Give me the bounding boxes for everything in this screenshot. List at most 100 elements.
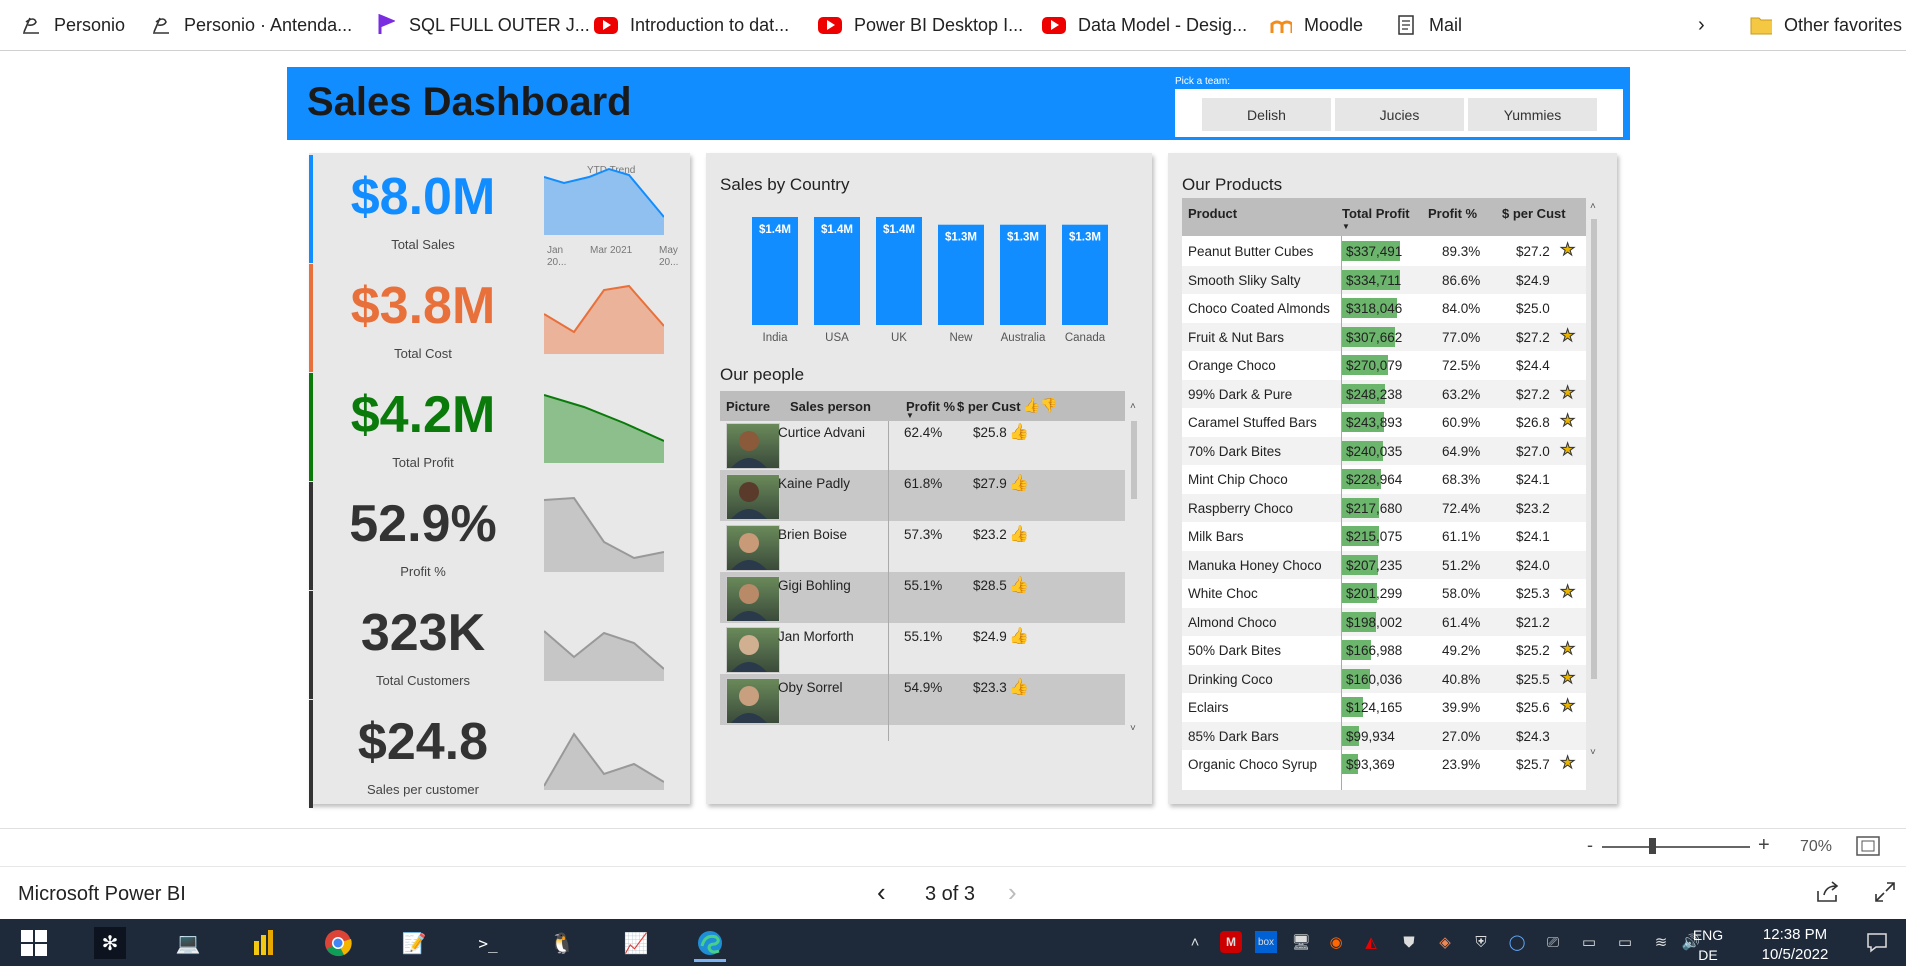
kpi-sales-per-customer[interactable]: $24.8 Sales per customer [309, 700, 687, 808]
people-row[interactable]: Curtice Advani 62.4% $25.8 👍 [720, 421, 1125, 470]
product-row[interactable]: Milk Bars $215,075 61.1% $24.1 [1182, 522, 1586, 550]
team-button-yummies[interactable]: Yummies [1468, 98, 1597, 131]
product-row[interactable]: Mint Chip Choco $228,964 68.3% $24.1 [1182, 465, 1586, 493]
terminal-icon[interactable]: >_ [472, 927, 504, 959]
favorite-introduction[interactable]: Introduction to dat... [594, 10, 789, 40]
zoom-in-button[interactable]: + [1758, 834, 1770, 857]
kpi-total-profit[interactable]: $4.2M Total Profit [309, 373, 687, 481]
favorite-moodle[interactable]: Moodle [1270, 10, 1363, 40]
people-row[interactable]: Jan Morforth 55.1% $24.9 👍 [720, 623, 1125, 674]
fit-to-page-icon[interactable] [1856, 836, 1880, 861]
product-row[interactable]: Eclairs $124,165 39.9% $25.6 ★ [1182, 693, 1586, 721]
people-scrollbar[interactable]: ˄ ˅ [1128, 401, 1140, 741]
zoom-out-button[interactable]: - [1587, 835, 1593, 856]
product-row[interactable]: Drinking Coco $160,036 40.8% $25.5 ★ [1182, 664, 1586, 693]
product-row[interactable]: Caramel Stuffed Bars $243,893 60.9% $26.8 ★ [1182, 408, 1586, 436]
tray-camera-icon[interactable]: ⎚ [1542, 931, 1564, 953]
share-icon[interactable] [1816, 881, 1840, 908]
tray-security-icon[interactable]: ⛨ [1470, 931, 1492, 953]
people-row[interactable]: Kaine Padly 61.8% $27.9 👍 [720, 470, 1125, 521]
scroll-up-icon[interactable]: ˄ [1590, 201, 1596, 212]
zoom-slider-thumb[interactable] [1649, 838, 1656, 854]
fullscreen-icon[interactable] [1874, 881, 1896, 908]
product-row[interactable]: Organic Choco Syrup $93,369 23.9% $25.7 ★ [1182, 750, 1586, 778]
col-per-cust[interactable]: $ per Cust [957, 399, 1021, 414]
scroll-thumb[interactable] [1591, 219, 1597, 679]
scroll-down-icon[interactable]: ˅ [1590, 747, 1596, 758]
favorite-sql-outer-join[interactable]: SQL FULL OUTER J... [375, 10, 590, 40]
scroll-up-icon[interactable]: ˄ [1130, 401, 1136, 412]
next-page-icon[interactable]: › [1008, 877, 1017, 908]
tray-sync-icon[interactable]: ◈ [1434, 931, 1456, 953]
col-product[interactable]: Product [1188, 206, 1237, 221]
zoom-slider-track[interactable] [1602, 846, 1750, 848]
other-favorites[interactable]: Other favorites [1750, 10, 1902, 40]
tray-display-icon[interactable]: 🖥 [1290, 931, 1312, 953]
product-row[interactable]: Fruit & Nut Bars $307,662 77.0% $27.2 ★ [1182, 322, 1586, 351]
product-row[interactable]: Orange Choco $270,079 72.5% $24.4 [1182, 351, 1586, 379]
product-row[interactable]: Choco Coated Almonds $318,046 84.0% $25.0 [1182, 294, 1586, 322]
product-row[interactable]: 70% Dark Bites $240,035 64.9% $27.0 ★ [1182, 436, 1586, 465]
chevron-right-icon[interactable]: › [1698, 10, 1705, 40]
tray-box-icon[interactable]: box [1255, 931, 1277, 953]
total-profit: $207,235 [1346, 557, 1403, 573]
kpi-value: $4.2M [350, 386, 496, 444]
col-total-profit[interactable]: Total Profit [1342, 206, 1410, 221]
col-per-cust[interactable]: $ per Cust [1502, 206, 1566, 221]
tray-app-icon[interactable]: ◉ [1325, 931, 1347, 953]
product-row[interactable]: Smooth Sliky Salty $334,711 86.6% $24.9 [1182, 265, 1586, 294]
notifications-icon[interactable] [1866, 931, 1888, 953]
product-row[interactable]: 85% Dark Bars $99,934 27.0% $24.3 [1182, 721, 1586, 750]
prev-page-icon[interactable]: ‹ [877, 877, 886, 908]
per-cust: $24.4 [1516, 358, 1550, 373]
col-sales-person[interactable]: Sales person [790, 399, 871, 414]
col-picture[interactable]: Picture [726, 399, 770, 414]
tray-battery-icon[interactable]: ▭ [1578, 931, 1600, 953]
language-indicator[interactable]: ENG DE [1690, 925, 1726, 965]
tray-shield-icon[interactable]: ⛊ [1398, 931, 1420, 953]
notepad-icon[interactable]: 📝 [398, 927, 430, 959]
kpi-profit-pct[interactable]: 52.9% Profit % [309, 482, 687, 590]
clock[interactable]: 12:38 PM 10/5/2022 [1740, 925, 1850, 965]
product-row[interactable]: Peanut Butter Cubes $337,491 89.3% $27.2 ★ [1182, 237, 1586, 265]
chrome-icon[interactable] [322, 927, 354, 959]
product-row[interactable]: Manuka Honey Choco $207,235 51.2% $24.0 [1182, 550, 1586, 579]
kpi-total-cost[interactable]: $3.8M Total Cost [309, 264, 687, 372]
product-name: Eclairs [1188, 700, 1229, 715]
people-row[interactable]: Gigi Bohling 55.1% $28.5 👍 [720, 572, 1125, 623]
power-bi-icon[interactable] [248, 927, 280, 959]
product-row[interactable]: Raspberry Choco $217,680 72.4% $23.2 [1182, 493, 1586, 522]
kpi-total-sales[interactable]: $8.0M Total Sales [309, 155, 687, 263]
edge-icon[interactable] [694, 927, 726, 962]
products-scrollbar[interactable]: ˄ ˅ [1588, 201, 1600, 761]
people-row[interactable]: Brien Boise 57.3% $23.2 👍 [720, 521, 1125, 572]
favorite-data-model[interactable]: Data Model - Desig... [1042, 10, 1247, 40]
product-row[interactable]: White Choc $201,299 58.0% $25.3 ★ [1182, 579, 1586, 607]
laptop-icon[interactable]: 💻 [172, 927, 204, 959]
product-row[interactable]: 99% Dark & Pure $248,238 63.2% $27.2 ★ [1182, 379, 1586, 408]
team-button-jucies[interactable]: Jucies [1335, 98, 1464, 131]
tray-app-m-icon[interactable]: M [1220, 931, 1242, 953]
favorite-power-bi-desktop[interactable]: Power BI Desktop I... [818, 10, 1023, 40]
app-penguin-icon[interactable]: 🐧 [546, 927, 578, 959]
team-button-delish[interactable]: Delish [1202, 98, 1331, 131]
product-row[interactable]: 50% Dark Bites $166,988 49.2% $25.2 ★ [1182, 636, 1586, 664]
favorite-personio[interactable]: Personio [20, 10, 125, 40]
tray-expand-icon[interactable]: ˄ [1184, 931, 1206, 953]
scroll-thumb[interactable] [1131, 421, 1137, 499]
tray-amd-icon[interactable]: ◭ [1360, 931, 1382, 953]
app-graph-icon[interactable]: 📈 [620, 927, 652, 959]
product-name: Mint Chip Choco [1188, 472, 1288, 487]
tray-cortana-icon[interactable]: ◯ [1506, 931, 1528, 953]
kpi-total-customers[interactable]: 323K Total Customers [309, 591, 687, 699]
favorite-mail[interactable]: Mail [1395, 10, 1462, 40]
scroll-down-icon[interactable]: ˅ [1130, 723, 1136, 734]
app-fan-icon[interactable]: ✻ [94, 927, 126, 959]
tray-battery-icon[interactable]: ▭ [1614, 931, 1636, 953]
people-row[interactable]: Oby Sorrel 54.9% $23.3 👍 [720, 674, 1125, 725]
col-profit-pct[interactable]: Profit % [1428, 206, 1477, 221]
product-row[interactable]: Almond Choco $198,002 61.4% $21.2 [1182, 607, 1586, 636]
windows-start-icon[interactable] [18, 927, 50, 959]
favorite-personio-antenda[interactable]: Personio · Antenda... [150, 10, 352, 40]
tray-wifi-icon[interactable]: ≋ [1650, 931, 1672, 953]
